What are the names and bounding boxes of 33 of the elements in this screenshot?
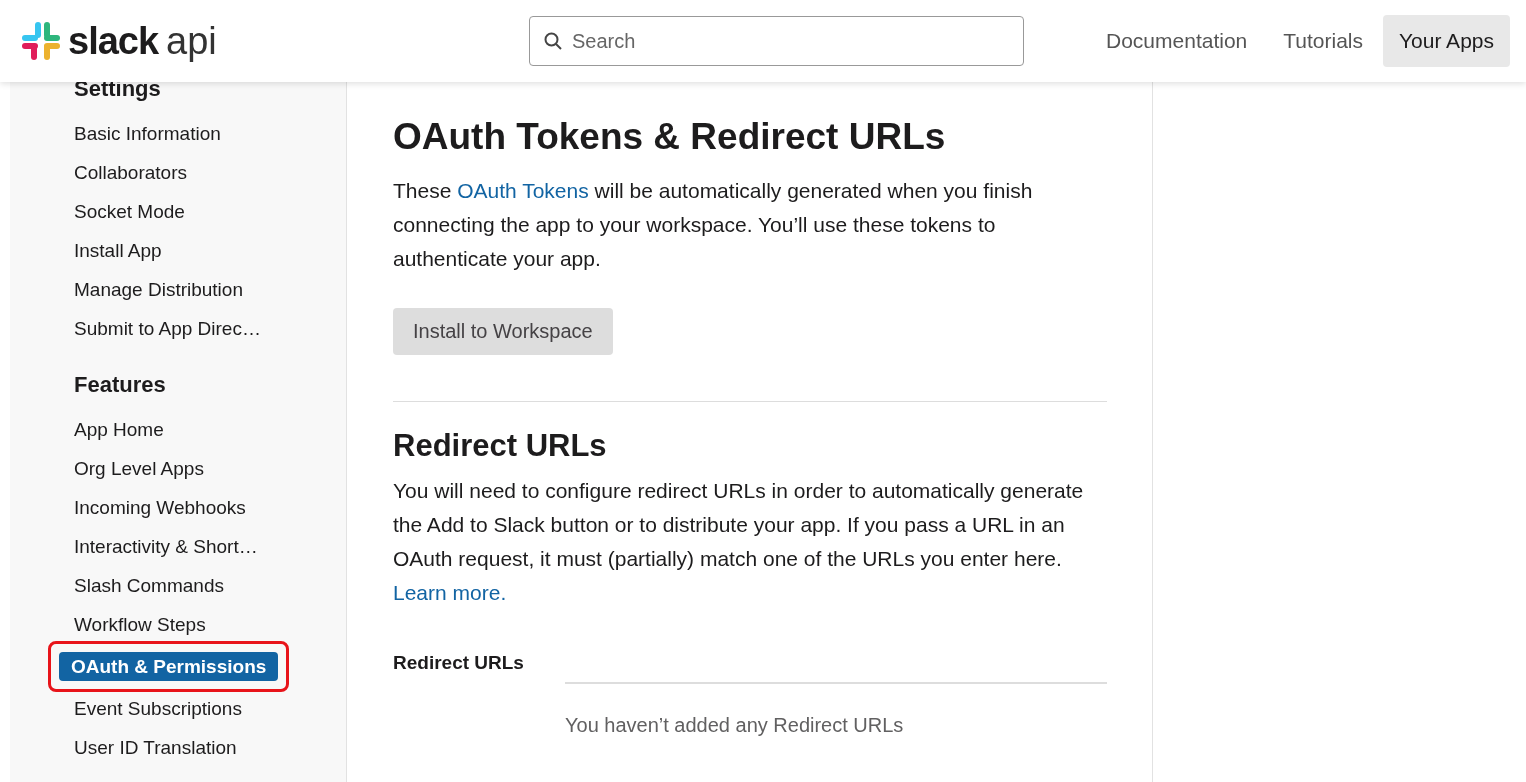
sidebar-heading: Settings — [74, 75, 162, 103]
intro-text: These OAuth Tokens will be automatically generated when you finish connecting the app to your workspace. You’ll use these tokens to authenticate your app. — [393, 178, 1034, 272]
install-button[interactable]: Install to Workspace — [393, 308, 613, 355]
sidebar-item[interactable]: Socket Mode — [62, 197, 272, 226]
sidebar-item[interactable]: Manage Distribution — [62, 275, 272, 304]
oauth-tokens-link[interactable]: OAuth Tokens — [457, 179, 589, 202]
empty-message: You haven’t added any Redirect URLs — [565, 714, 904, 736]
nav-link[interactable]: Your Apps — [1383, 15, 1510, 67]
sidebar-item[interactable]: Incoming Webhooks — [62, 493, 272, 522]
nav-link[interactable]: Documentation — [1090, 15, 1264, 67]
logo-wordmark: slack — [68, 19, 159, 63]
learn-more-link[interactable]: Learn more. — [393, 581, 507, 604]
logo-icon — [22, 22, 60, 60]
sidebar-item[interactable]: Interactivity & Short… — [62, 532, 272, 561]
section-title: Redirect URLs — [393, 428, 608, 464]
search-field[interactable]: Search — [529, 16, 1024, 66]
sidebar-item[interactable]: App Home — [62, 415, 272, 444]
sidebar-item[interactable]: Install App — [62, 236, 272, 265]
sidebar-heading: Features — [74, 371, 167, 399]
field-label: Redirect URLs — [393, 652, 525, 674]
sidebar-item[interactable]: Slash Commands — [62, 571, 272, 600]
sidebar-item[interactable]: Basic Information — [62, 119, 272, 148]
nav-link[interactable]: Tutorials — [1267, 15, 1379, 67]
sidebar-item[interactable]: User ID Translation — [62, 733, 272, 762]
sidebar-item[interactable]: Collaborators — [62, 158, 272, 187]
sidebar-item[interactable]: Event Subscriptions — [62, 694, 272, 723]
sidebar-item[interactable]: Workflow Steps — [62, 610, 272, 639]
sidebar-item[interactable]: Submit to App Direc… — [62, 314, 273, 343]
page-title: OAuth Tokens & Redirect URLs — [393, 116, 947, 158]
logo-suffix: api — [166, 19, 217, 63]
redirect-text: You will need to configure redirect URLs in order to automatically generate the Add to Slack button or to distribute your app. If you pass a URL in an OAuth request, it must (partially) match one of the URLs you enter here. Learn more. — [393, 478, 1085, 606]
sidebar-item[interactable]: OAuth & Permissions — [59, 652, 279, 681]
sidebar-item[interactable]: Org Level Apps — [62, 454, 272, 483]
